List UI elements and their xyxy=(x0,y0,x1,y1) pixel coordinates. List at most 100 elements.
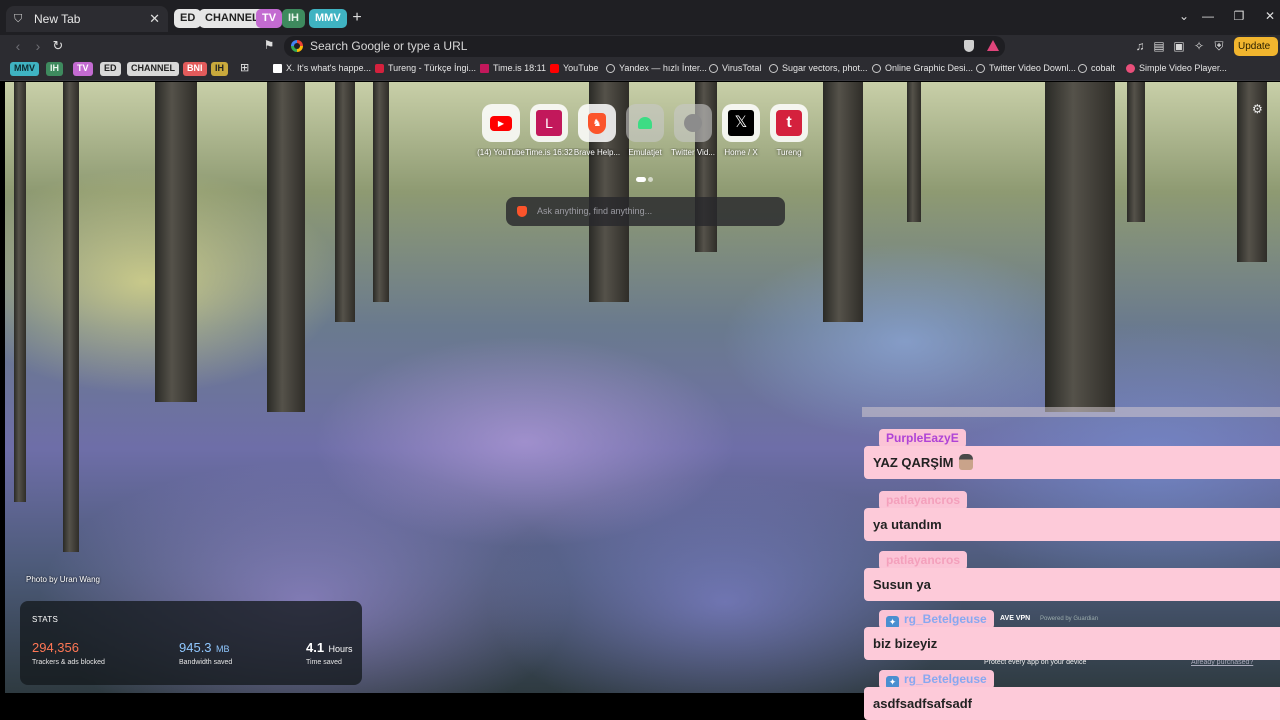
stat-trackers: 294,356 Trackers & ads blocked xyxy=(32,639,105,666)
address-bar[interactable]: Search Google or type a URL xyxy=(284,36,1005,57)
top-site-home-x[interactable]: 𝕏 xyxy=(722,104,760,142)
stat-bandwidth: 945.3 MB Bandwidth saved xyxy=(179,639,232,666)
minimize-icon[interactable]: — xyxy=(1200,9,1216,23)
vpn-title: AVE VPN xyxy=(1000,615,1031,622)
top-site-twitter-video[interactable] xyxy=(674,104,712,142)
youtube-icon xyxy=(550,63,559,73)
stat-value: 4.1 xyxy=(306,640,325,655)
media-icon[interactable]: ♫ xyxy=(1132,39,1148,53)
stat-time: 4.1 Hours Time saved xyxy=(306,639,353,666)
bookmark-group-bni[interactable]: BNI xyxy=(183,62,207,76)
top-site-label: Tureng xyxy=(776,148,802,157)
settings-gear-icon[interactable]: ⚙ xyxy=(1252,102,1263,116)
tree-trunk xyxy=(373,82,389,302)
bookmark-youtube[interactable]: YouTube xyxy=(550,63,598,73)
restore-icon[interactable]: ❐ xyxy=(1231,9,1247,23)
stat-unit: MB xyxy=(216,644,230,654)
tree-trunk xyxy=(907,82,921,222)
top-sites-pager[interactable] xyxy=(636,169,655,187)
chat-overlay-strip xyxy=(862,407,1280,417)
close-window-icon[interactable]: ✕ xyxy=(1262,9,1278,23)
bookmark-sugar[interactable]: Sugar vectors, phot... xyxy=(769,63,868,73)
bookmark-cobalt[interactable]: cobalt xyxy=(1078,63,1115,73)
update-label: Update xyxy=(1238,41,1271,52)
bookmark-label: Tureng - Türkçe İngi... xyxy=(388,63,477,73)
new-tab-button[interactable]: + xyxy=(349,9,365,27)
address-placeholder: Search Google or type a URL xyxy=(310,39,468,53)
chat-message: asdfsadfsafsadf xyxy=(864,687,1280,720)
bookmark-group-ih[interactable]: IH xyxy=(46,62,63,76)
bookmark-video-player[interactable]: Simple Video Player... xyxy=(1126,63,1227,73)
photo-credit[interactable]: Photo by Uran Wang xyxy=(26,575,100,584)
brave-shields-icon[interactable] xyxy=(964,40,974,52)
tree-trunk xyxy=(14,82,26,502)
bookmark-twitter-video[interactable]: Twitter Video Downl... xyxy=(976,63,1076,73)
tree-trunk xyxy=(267,82,305,412)
leo-icon[interactable]: ✧ xyxy=(1191,39,1207,53)
bookmark-group-ih-2[interactable]: IH xyxy=(211,62,228,76)
stat-value: 945.3 xyxy=(179,640,212,655)
bookmark-label: Online Graphic Desi... xyxy=(885,63,974,73)
vpn-icon[interactable]: ⛨ xyxy=(1211,39,1227,54)
bookmark-label: Time.is 18:11 xyxy=(493,63,547,73)
top-site-tureng[interactable]: t xyxy=(770,104,808,142)
tab-new-tab[interactable]: ⛉ New Tab ✕ xyxy=(6,6,168,32)
toolbar: ‹ › ↻ ⚑ Search Google or type a URL ♫ ▤ … xyxy=(0,35,1280,71)
bookmark-group-ed[interactable]: ED xyxy=(100,62,121,76)
stats-widget: STATS 294,356 Trackers & ads blocked 945… xyxy=(20,601,362,685)
back-icon[interactable]: ‹ xyxy=(11,38,25,54)
emote-icon xyxy=(959,454,974,470)
bookmark-label: YouTube xyxy=(563,63,599,73)
update-button[interactable]: Update ≡ xyxy=(1234,37,1278,71)
tree-trunk xyxy=(335,82,355,322)
x-icon xyxy=(273,63,282,73)
bookmark-graphic[interactable]: Online Graphic Desi... xyxy=(872,63,973,73)
globe-icon xyxy=(684,114,702,132)
bookmark-virustotal[interactable]: VirusTotal xyxy=(709,63,761,73)
top-site-timeis[interactable]: L xyxy=(530,104,568,142)
tree-trunk xyxy=(823,82,863,322)
chat-message: Susun ya xyxy=(864,568,1280,601)
close-tab-icon[interactable]: ✕ xyxy=(149,11,160,27)
youtube-icon: ▶ xyxy=(490,115,512,131)
search-box[interactable]: Ask anything, find anything... xyxy=(506,197,785,226)
bookmark-tureng[interactable]: Tureng - Türkçe İngi... xyxy=(375,63,476,73)
shield-icon: ⛉ xyxy=(14,13,23,25)
wallet-icon[interactable]: ▣ xyxy=(1171,39,1187,53)
tab-group-channel[interactable]: CHANNEL xyxy=(199,9,265,28)
bookmark-x[interactable]: X. It's what's happe... xyxy=(273,63,371,73)
vpn-already-purchased-link[interactable]: Already purchased? xyxy=(1191,659,1253,666)
forward-icon[interactable]: › xyxy=(31,38,45,54)
reload-icon[interactable]: ↻ xyxy=(51,38,65,54)
pager-dot[interactable] xyxy=(648,177,653,182)
tab-group-ih[interactable]: IH xyxy=(282,9,305,28)
pager-dot[interactable] xyxy=(636,177,646,182)
tree-trunk xyxy=(1127,82,1145,222)
stats-heading: STATS xyxy=(32,615,59,624)
stat-label: Bandwidth saved xyxy=(179,659,233,666)
apps-grid-icon[interactable]: ⊞ xyxy=(240,61,249,74)
brave-rewards-icon[interactable] xyxy=(987,40,999,51)
bookmark-label: X. It's what's happe... xyxy=(286,63,371,73)
tab-search-chevron-icon[interactable]: ⌄ xyxy=(1176,9,1192,23)
chat-message-text: YAZ QARŞİM xyxy=(873,455,954,470)
bookmark-yandex[interactable]: Yandex — hızlı İnter... xyxy=(606,63,707,73)
top-site-youtube[interactable]: ▶ xyxy=(482,104,520,142)
bookmark-group-mmv[interactable]: MMV xyxy=(10,62,39,76)
bookmark-icon[interactable]: ⚑ xyxy=(262,38,276,52)
bookmark-group-tv[interactable]: TV xyxy=(73,62,93,76)
tab-group-mmv[interactable]: MMV xyxy=(309,9,347,28)
sidebar-icon[interactable]: ▤ xyxy=(1151,39,1167,53)
top-site-emulatjet[interactable] xyxy=(626,104,664,142)
tree-trunk xyxy=(155,82,197,402)
tab-group-ed[interactable]: ED xyxy=(174,9,202,28)
globe-icon xyxy=(606,63,615,73)
bookmark-timeis[interactable]: Time.is 18:11 xyxy=(480,63,546,73)
top-site-brave-help[interactable]: ♞ xyxy=(578,104,616,142)
tab-strip: ⛉ New Tab ✕ ED CHANNEL TV IH MMV + ⌄ — ❐… xyxy=(0,0,1280,35)
chat-message: ya utandım xyxy=(864,508,1280,541)
tab-group-tv[interactable]: TV xyxy=(256,9,283,28)
bookmark-group-channel[interactable]: CHANNEL xyxy=(127,62,179,76)
tab-title: New Tab xyxy=(34,12,81,26)
tree-trunk xyxy=(63,82,79,552)
